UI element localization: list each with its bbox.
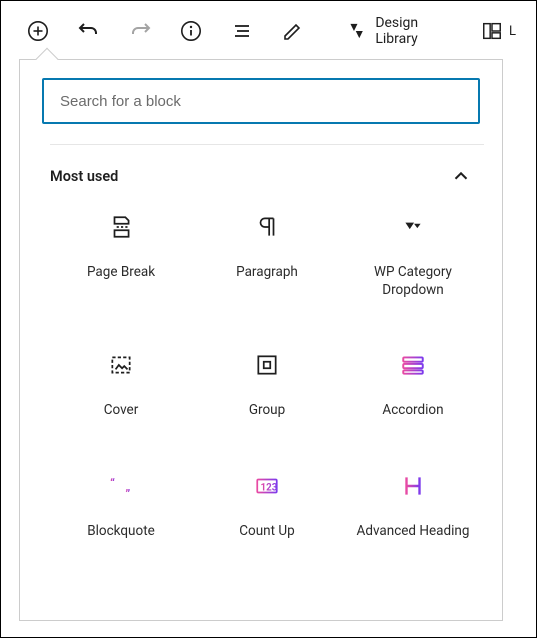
heading-icon	[399, 472, 427, 500]
block-label: Accordion	[382, 401, 443, 419]
block-label: WP Category Dropdown	[344, 263, 482, 299]
block-label: Group	[249, 401, 285, 419]
info-button[interactable]	[174, 13, 209, 49]
add-block-button[interactable]	[21, 13, 56, 49]
block-label: Advanced Heading	[357, 522, 470, 540]
block-inserter-panel: Most used Page Break Paragraph	[19, 59, 503, 621]
plus-circle-icon	[26, 19, 50, 43]
design-library-label: Design Library	[375, 15, 461, 47]
block-advanced-heading[interactable]: Advanced Heading	[340, 466, 486, 546]
design-library-button[interactable]: Design Library	[342, 15, 465, 47]
blockquote-icon: “ ”	[107, 472, 135, 500]
block-group[interactable]: Group	[194, 345, 340, 425]
paragraph-icon	[253, 213, 281, 241]
inserter-scroll-area[interactable]: Most used Page Break Paragraph	[20, 144, 502, 620]
undo-icon	[77, 19, 101, 43]
blocks-grid: Page Break Paragraph WP Category Dropdow…	[42, 207, 492, 570]
block-cover[interactable]: Cover	[48, 345, 194, 425]
block-label: Paragraph	[236, 263, 298, 281]
block-label: Count Up	[239, 522, 294, 540]
outline-button[interactable]	[224, 13, 259, 49]
group-icon	[253, 351, 281, 379]
info-icon	[179, 19, 203, 43]
section-divider	[50, 144, 484, 145]
block-accordion[interactable]: Accordion	[340, 345, 486, 425]
block-blockquote[interactable]: “ ” Blockquote	[48, 466, 194, 546]
chevron-up-icon	[450, 165, 472, 187]
count-up-icon: 123	[253, 472, 281, 500]
section-header-most-used[interactable]: Most used	[42, 151, 492, 207]
layout-label: L	[509, 24, 516, 39]
block-count-up[interactable]: 123 Count Up	[194, 466, 340, 546]
block-wp-category-dropdown[interactable]: WP Category Dropdown	[340, 207, 486, 305]
pencil-icon	[281, 19, 305, 43]
block-label: Page Break	[87, 263, 155, 281]
layout-button[interactable]: L	[481, 20, 516, 42]
block-page-break[interactable]: Page Break	[48, 207, 194, 305]
layout-icon	[481, 20, 503, 42]
page-break-icon	[107, 213, 135, 241]
search-input[interactable]	[42, 78, 480, 124]
edit-button[interactable]	[275, 13, 310, 49]
redo-button[interactable]	[123, 13, 158, 49]
block-paragraph[interactable]: Paragraph	[194, 207, 340, 305]
section-title: Most used	[50, 168, 118, 185]
editor-toolbar: Design Library L	[1, 1, 536, 57]
design-library-icon	[346, 20, 367, 42]
svg-text:123: 123	[261, 482, 278, 493]
accordion-icon	[399, 351, 427, 379]
redo-icon	[128, 19, 152, 43]
undo-button[interactable]	[72, 13, 107, 49]
list-icon	[230, 19, 254, 43]
block-label: Blockquote	[87, 522, 155, 540]
block-label: Cover	[104, 401, 139, 419]
svg-text:”: ”	[125, 487, 130, 499]
cover-icon	[107, 351, 135, 379]
search-wrapper	[20, 60, 502, 144]
caret-down-icon	[399, 213, 427, 241]
